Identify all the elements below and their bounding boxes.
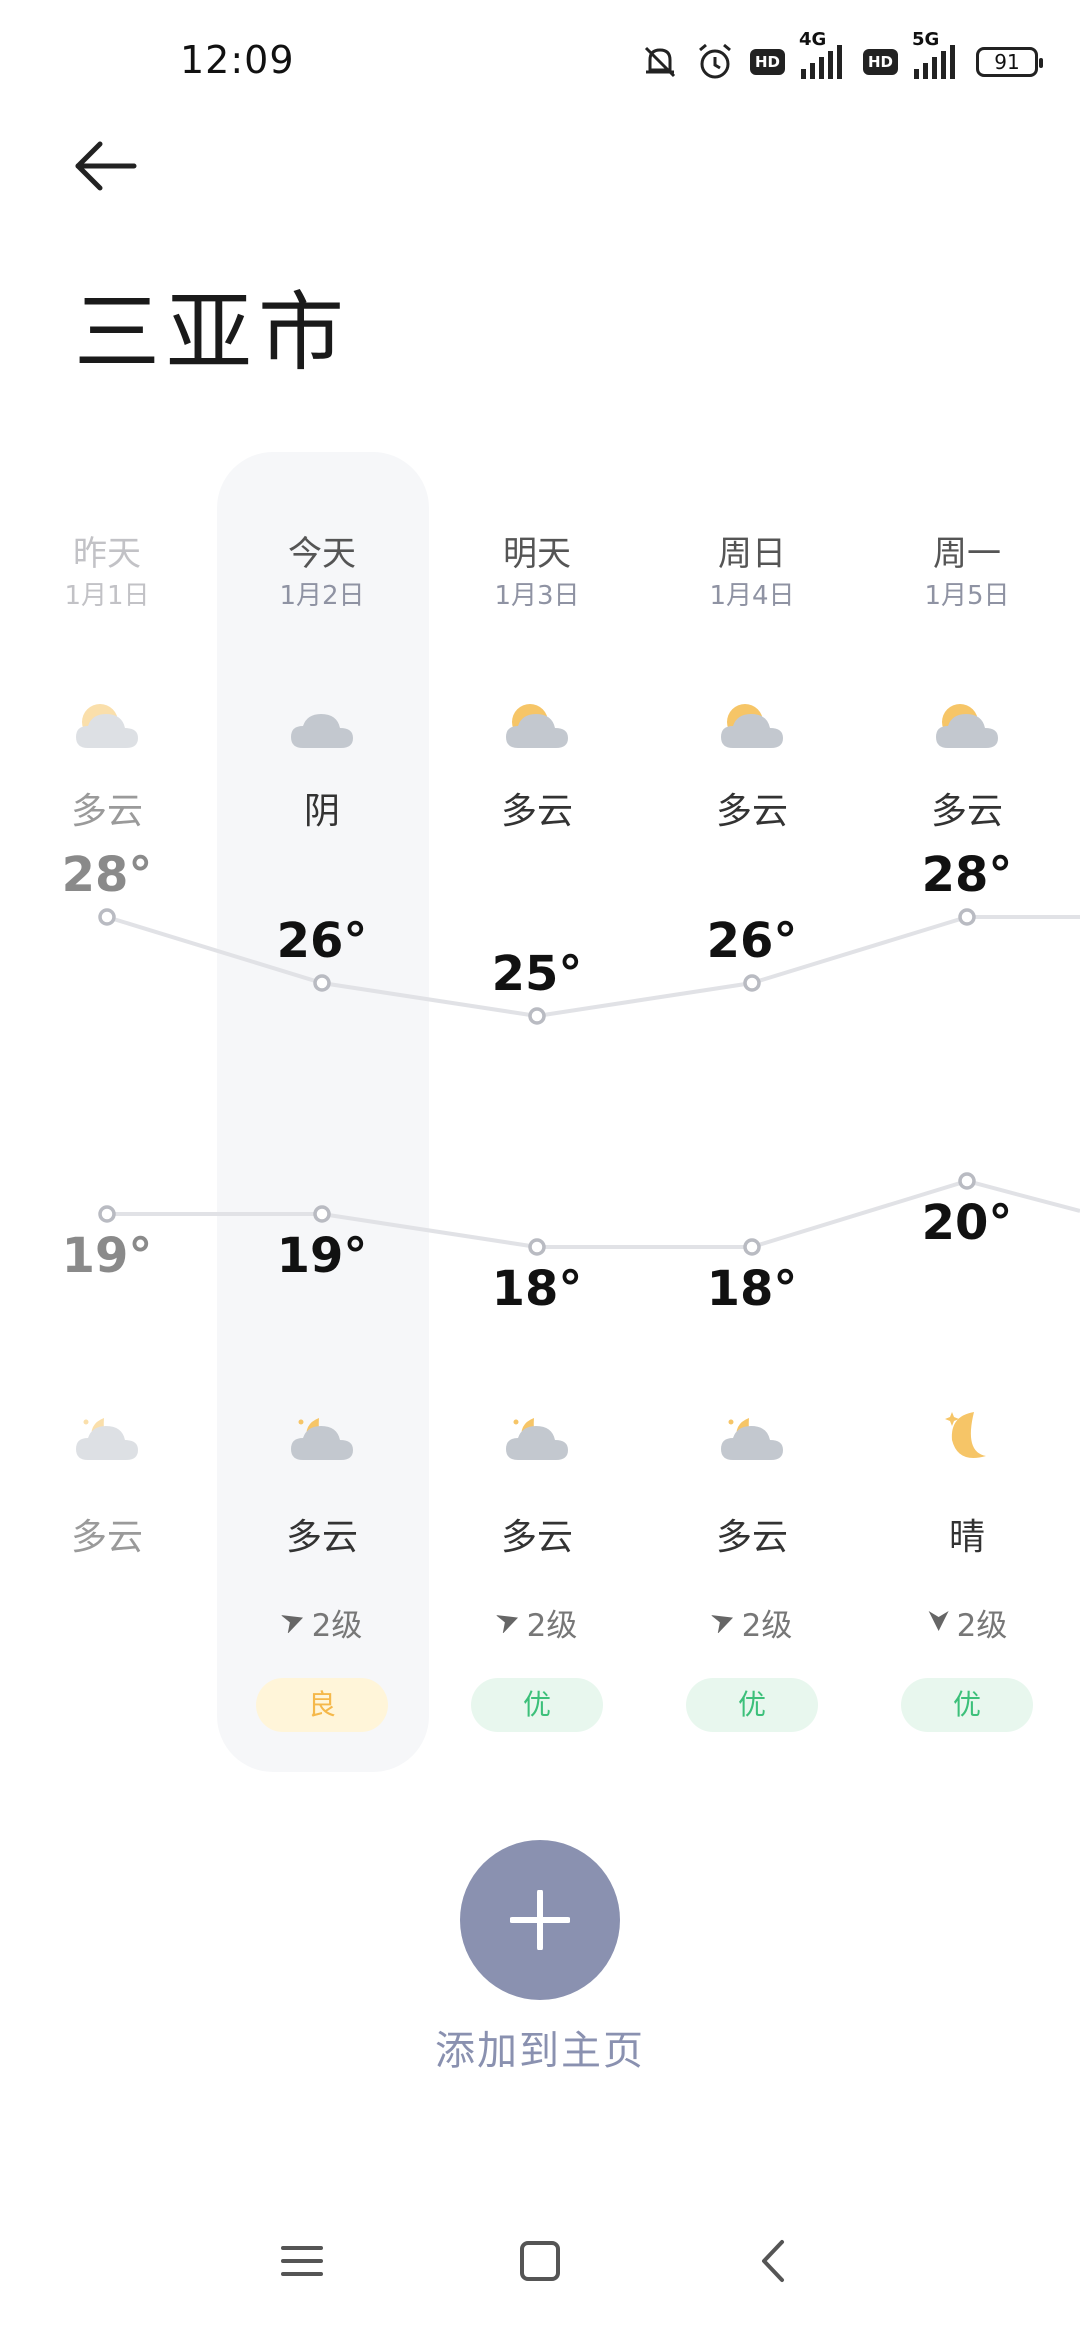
wind-direction-icon bbox=[280, 1605, 306, 1641]
high-temp-label: 26° bbox=[706, 913, 798, 969]
home-square-icon bbox=[520, 2241, 560, 2281]
partly-cloudy-night-icon bbox=[280, 1404, 364, 1470]
day-column[interactable]: 明天 1月3日 bbox=[429, 530, 645, 614]
partly-cloudy-night-icon bbox=[65, 1404, 149, 1470]
day-condition: 多云 bbox=[930, 791, 1004, 832]
partly-cloudy-night-icon bbox=[710, 1404, 794, 1470]
high-temp-label: 28° bbox=[921, 847, 1013, 903]
day-column[interactable]: 昨天 1月1日 bbox=[0, 530, 215, 614]
high-temp-point bbox=[98, 908, 116, 926]
day-name: 周一 bbox=[933, 534, 1001, 574]
day-name: 明天 bbox=[503, 534, 571, 574]
low-temp-point bbox=[98, 1205, 116, 1223]
high-temp-line bbox=[106, 915, 1080, 1019]
low-temp-label: 19° bbox=[61, 1228, 153, 1284]
partly-cloudy-day-icon bbox=[495, 692, 579, 758]
cloudy-icon bbox=[280, 692, 364, 758]
low-temp-point bbox=[743, 1238, 761, 1256]
wind-info: 2级 bbox=[280, 1600, 363, 1645]
back-nav-button[interactable] bbox=[730, 2238, 820, 2328]
night-condition: 多云 bbox=[70, 1517, 144, 1558]
day-condition: 阴 bbox=[303, 791, 341, 832]
high-temp-point bbox=[958, 908, 976, 926]
day-column[interactable]: 今天 1月2日 bbox=[214, 530, 430, 614]
partly-cloudy-day-icon bbox=[65, 692, 149, 758]
wind-level: 2级 bbox=[741, 1608, 793, 1644]
wind-info: 2级 bbox=[495, 1600, 578, 1645]
wind-direction-down-icon bbox=[927, 1605, 951, 1641]
low-temp-label: 18° bbox=[491, 1261, 583, 1317]
system-nav-bar bbox=[0, 2220, 1080, 2340]
wind-direction-icon bbox=[710, 1605, 736, 1641]
add-to-home-button[interactable] bbox=[460, 1840, 620, 2000]
low-temp-label: 20° bbox=[921, 1195, 1013, 1251]
day-date: 1月3日 bbox=[494, 581, 580, 611]
day-name: 周日 bbox=[718, 534, 786, 574]
wind-level: 2级 bbox=[956, 1608, 1008, 1644]
plus-icon bbox=[510, 1890, 570, 1950]
night-condition: 多云 bbox=[500, 1517, 574, 1558]
wind-level: 2级 bbox=[311, 1608, 363, 1644]
night-condition: 多云 bbox=[715, 1517, 789, 1558]
night-condition: 晴 bbox=[948, 1517, 986, 1558]
partly-cloudy-day-icon bbox=[925, 692, 1009, 758]
aqi-badge: 优 bbox=[471, 1678, 603, 1732]
add-to-home-label[interactable]: 添加到主页 bbox=[0, 2018, 1080, 2076]
low-temp-point bbox=[313, 1205, 331, 1223]
home-button[interactable] bbox=[495, 2238, 585, 2328]
night-condition: 多云 bbox=[285, 1517, 359, 1558]
day-name: 今天 bbox=[288, 534, 356, 574]
aqi-badge: 优 bbox=[686, 1678, 818, 1732]
day-column[interactable]: 周一 1月5日 bbox=[859, 530, 1075, 614]
day-name: 昨天 bbox=[73, 534, 141, 574]
wind-direction-icon bbox=[495, 1605, 521, 1641]
day-date: 1月5日 bbox=[924, 581, 1010, 611]
aqi-badge: 优 bbox=[901, 1678, 1033, 1732]
low-temp-point bbox=[528, 1238, 546, 1256]
day-column[interactable]: 周日 1月4日 bbox=[644, 530, 860, 614]
high-temp-label: 26° bbox=[276, 913, 368, 969]
day-condition: 多云 bbox=[500, 791, 574, 832]
high-temp-point bbox=[743, 974, 761, 992]
day-date: 1月1日 bbox=[64, 581, 150, 611]
back-chevron-icon bbox=[762, 2240, 784, 2282]
menu-icon bbox=[281, 2246, 323, 2276]
low-temp-label: 19° bbox=[276, 1228, 368, 1284]
aqi-badge: 良 bbox=[256, 1678, 388, 1732]
high-temp-label: 28° bbox=[61, 847, 153, 903]
wind-info: 2级 bbox=[927, 1600, 1008, 1645]
wind-info: 2级 bbox=[710, 1600, 793, 1645]
clear-night-icon bbox=[925, 1404, 1009, 1470]
wind-level: 2级 bbox=[526, 1608, 578, 1644]
low-temp-point bbox=[958, 1172, 976, 1190]
partly-cloudy-day-icon bbox=[710, 692, 794, 758]
high-temp-label: 25° bbox=[491, 946, 583, 1002]
menu-button[interactable] bbox=[257, 2238, 347, 2328]
partly-cloudy-night-icon bbox=[495, 1404, 579, 1470]
low-temp-label: 18° bbox=[706, 1261, 798, 1317]
day-condition: 多云 bbox=[70, 791, 144, 832]
high-temp-point bbox=[313, 974, 331, 992]
high-temp-point bbox=[528, 1007, 546, 1025]
day-condition: 多云 bbox=[715, 791, 789, 832]
day-date: 1月2日 bbox=[279, 581, 365, 611]
day-date: 1月4日 bbox=[709, 581, 795, 611]
